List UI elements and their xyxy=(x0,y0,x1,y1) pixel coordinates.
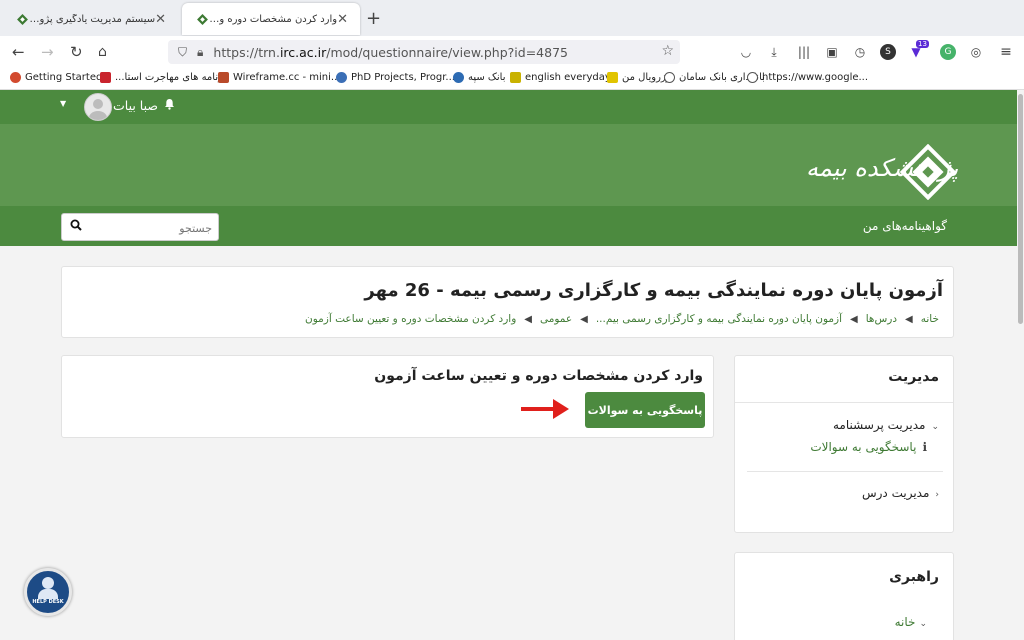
url-text: https://trn.irc.ac.ir/mod/questionnaire/… xyxy=(213,44,568,60)
bookmark-item[interactable]: رزرویال من xyxy=(607,72,671,83)
breadcrumb-separator-icon: ◀ xyxy=(580,313,588,325)
back-icon[interactable]: ← xyxy=(12,42,25,62)
help-desk-label: HELP DESK xyxy=(32,599,64,605)
breadcrumb-section[interactable]: عمومی xyxy=(540,313,572,325)
extension-icon[interactable]: ▣ xyxy=(824,44,840,60)
divider xyxy=(747,471,943,472)
support-person-icon xyxy=(38,589,58,599)
reload-icon[interactable]: ↻ xyxy=(70,42,83,62)
breadcrumb-home[interactable]: خانه xyxy=(921,313,939,325)
navigation-block-title: راهبری xyxy=(889,569,939,585)
home-icon[interactable]: ⌂ xyxy=(98,42,107,62)
support-person-icon xyxy=(42,577,54,589)
site-logo-icon[interactable] xyxy=(900,144,956,200)
address-bar[interactable]: ⛉ 🔒︎ https://trn.irc.ac.ir/mod/questionn… xyxy=(168,40,680,64)
grammarly-icon[interactable]: G xyxy=(940,44,956,60)
activity-heading: وارد کردن مشخصات دوره و تعیین ساعت آزمون xyxy=(374,368,703,384)
admin-block: مدیریت ⌄مدیریت پرسشنامه ℹپاسخگویی به سوا… xyxy=(734,355,954,533)
page-content: ▼ صبا بیات پژوهشکده بیمه گواهینامه‌های م… xyxy=(0,90,1017,640)
tab-strip: ✕ سیستم مدیریت یادگیری پژوهشکده بیمه ✕ و… xyxy=(0,0,1024,36)
bookmark-icon xyxy=(336,72,347,83)
shield-icon[interactable]: ⛉ xyxy=(178,45,187,60)
bookmark-item[interactable]: Wireframe.cc - mini... xyxy=(218,72,340,83)
bookmark-icon xyxy=(218,72,229,83)
globe-icon xyxy=(664,72,675,83)
close-tab-icon[interactable]: ✕ xyxy=(155,12,166,27)
lock-icon[interactable]: 🔒︎ xyxy=(197,45,203,60)
bookmark-item[interactable]: Getting Started xyxy=(10,72,102,83)
divider xyxy=(735,402,953,403)
bookmark-item[interactable]: برنامه های مهاجرت استا... xyxy=(100,72,226,83)
breadcrumb-separator-icon: ◀ xyxy=(850,313,858,325)
close-tab-icon[interactable]: ✕ xyxy=(337,12,348,27)
bookmark-icon xyxy=(453,72,464,83)
chevron-down-icon[interactable]: ▼ xyxy=(60,99,66,108)
navigation-toolbar: ← → ↻ ⌂ ⛉ 🔒︎ https://trn.irc.ac.ir/mod/q… xyxy=(0,36,1024,68)
bookmark-icon xyxy=(607,72,618,83)
chevron-down-icon[interactable]: ⌄ xyxy=(919,619,927,629)
info-icon: ℹ xyxy=(922,440,927,454)
answer-questions-button[interactable]: پاسخگویی به سوالات xyxy=(585,392,705,428)
bell-icon[interactable] xyxy=(164,98,175,113)
questionnaire-card: وارد کردن مشخصات دوره و تعیین ساعت آزمون… xyxy=(61,355,714,438)
bookmark-item[interactable]: english everyday xyxy=(510,72,611,83)
breadcrumb-separator-icon: ◀ xyxy=(905,313,913,325)
bookmark-icon xyxy=(100,72,111,83)
bookmark-item[interactable]: بانک سپه xyxy=(453,72,506,83)
tab-title: سیستم مدیریت یادگیری پژوهشکده بیمه xyxy=(28,13,156,25)
extension-badge: 13 xyxy=(916,40,929,48)
history-icon[interactable]: ◷ xyxy=(852,44,868,60)
tab-title: وارد کردن مشخصات دوره و تعیین ساعت xyxy=(208,13,338,25)
help-desk-button[interactable]: HELP DESK xyxy=(24,568,72,616)
breadcrumb-courses[interactable]: درس‌ها xyxy=(866,313,897,325)
course-admin-node[interactable]: ‹مدیریت درس xyxy=(862,486,939,500)
breadcrumb-course[interactable]: آزمون پایان دوره نمایندگی بیمه و کارگزار… xyxy=(596,313,842,325)
red-arrow-icon xyxy=(521,399,569,419)
bookmarks-bar: Getting Started برنامه های مهاجرت استا..… xyxy=(0,68,1024,90)
chevron-left-icon[interactable]: ‹ xyxy=(935,490,939,500)
globe-icon xyxy=(747,72,758,83)
bookmark-item[interactable]: https://www.google... xyxy=(747,72,868,83)
chevron-down-icon[interactable]: ⌄ xyxy=(931,422,939,432)
breadcrumb-separator-icon: ◀ xyxy=(524,313,532,325)
bookmark-item[interactable]: PhD Projects, Progr... xyxy=(336,72,455,83)
s-extension-icon[interactable]: S xyxy=(880,44,896,60)
bookmark-icon xyxy=(10,72,21,83)
user-name[interactable]: صبا بیات xyxy=(113,98,158,113)
tab-lms[interactable]: ✕ سیستم مدیریت یادگیری پژوهشکده بیمه xyxy=(2,3,178,35)
course-header-card: آزمون پایان دوره نمایندگی بیمه و کارگزار… xyxy=(61,266,954,338)
bookmark-icon xyxy=(510,72,521,83)
site-header-banner: پژوهشکده بیمه xyxy=(0,124,1017,206)
pocket-icon[interactable]: ◡ xyxy=(738,44,754,60)
admin-block-title: مدیریت xyxy=(888,369,939,385)
site-favicon-icon xyxy=(196,13,208,25)
avatar[interactable] xyxy=(84,93,112,121)
search-icon[interactable] xyxy=(70,219,82,235)
breadcrumb-activity[interactable]: وارد کردن مشخصات دوره و تعیین ساعت آزمون xyxy=(305,313,516,325)
scrollbar-thumb[interactable] xyxy=(1018,94,1023,324)
downloads-icon[interactable]: ⤓ xyxy=(766,44,782,60)
answer-questions-link[interactable]: ℹپاسخگویی به سوالات xyxy=(810,440,927,454)
page-title: آزمون پایان دوره نمایندگی بیمه و کارگزار… xyxy=(364,280,943,301)
top-navbar: ▼ صبا بیات xyxy=(0,90,1017,124)
nav-home-link[interactable]: ⌄خانه xyxy=(895,615,927,629)
site-favicon-icon xyxy=(16,13,28,25)
tab-questionnaire[interactable]: ✕ وارد کردن مشخصات دوره و تعیین ساعت xyxy=(182,3,360,35)
navigation-block: راهبری ⌄خانه xyxy=(734,552,954,640)
library-icon[interactable]: ||| xyxy=(796,44,812,60)
questionnaire-admin-node[interactable]: ⌄مدیریت پرسشنامه xyxy=(833,418,939,432)
page-scrollbar[interactable] xyxy=(1017,90,1024,640)
forward-icon[interactable]: → xyxy=(41,42,54,62)
new-tab-icon[interactable]: + xyxy=(366,8,381,29)
breadcrumb: خانه ◀ درس‌ها ◀ آزمون پایان دوره نمایندگ… xyxy=(305,313,939,325)
bookmark-star-icon[interactable]: ☆ xyxy=(661,43,674,59)
account-icon[interactable]: ◎ xyxy=(968,44,984,60)
search-box[interactable] xyxy=(61,213,219,241)
search-input[interactable] xyxy=(90,218,212,238)
main-navbar: گواهینامه‌های من xyxy=(0,206,1017,246)
nav-my-certificates[interactable]: گواهینامه‌های من xyxy=(863,219,947,233)
menu-icon[interactable]: ≡ xyxy=(998,44,1014,60)
